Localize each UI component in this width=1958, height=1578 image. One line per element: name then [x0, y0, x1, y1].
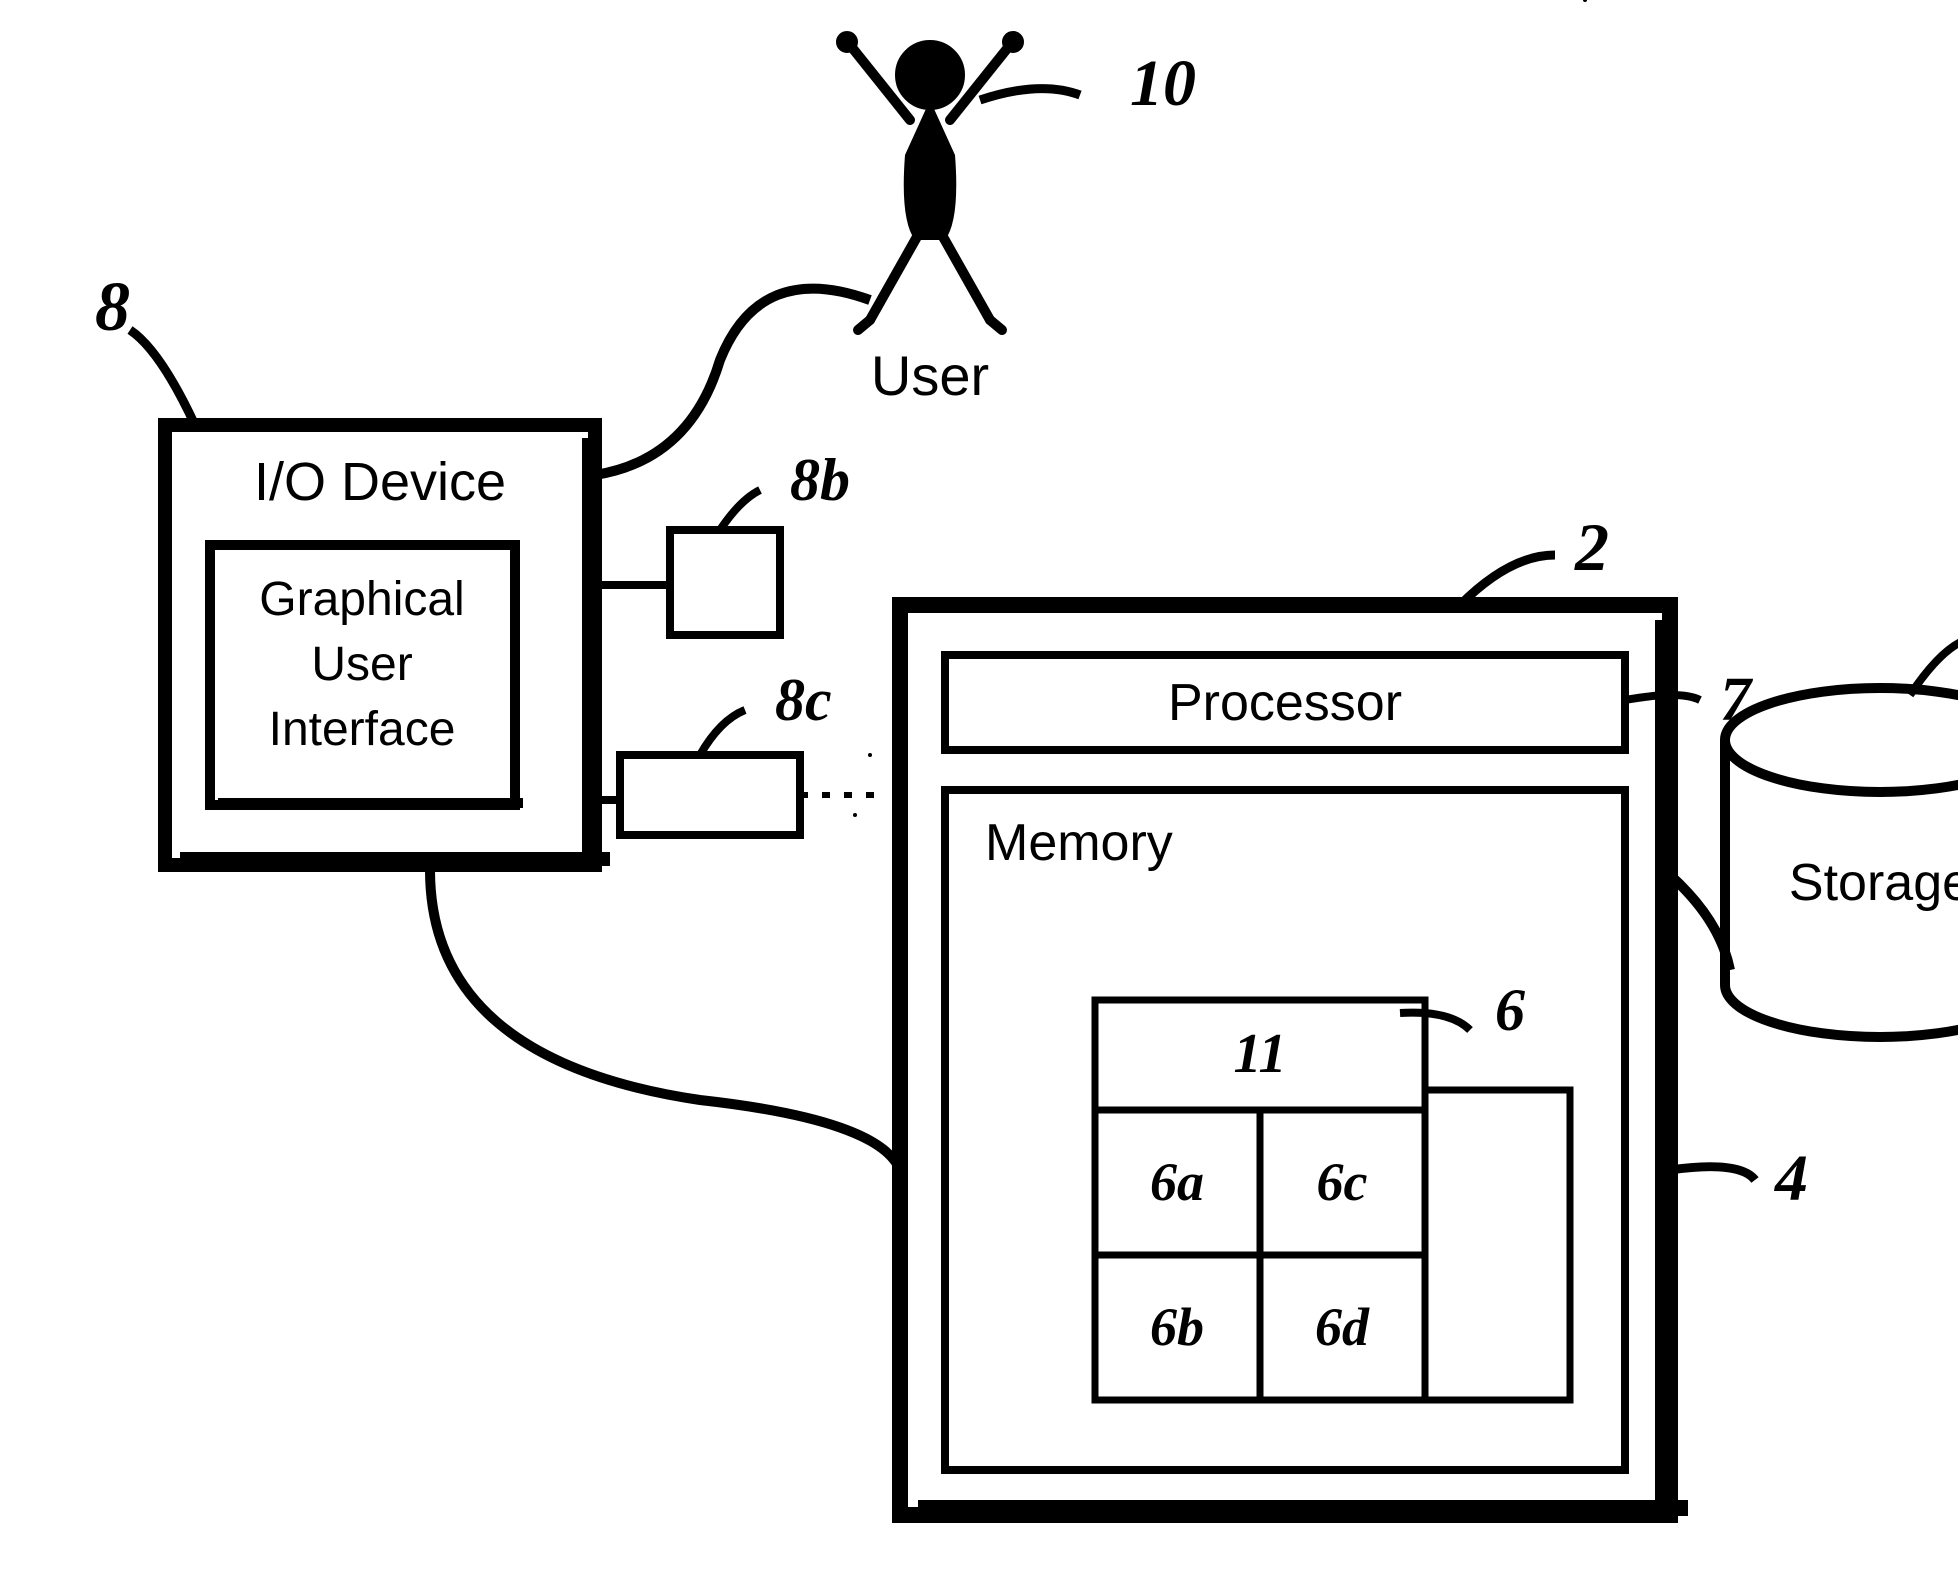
- leader-8c: [700, 710, 745, 755]
- mem-6a: 6a: [1150, 1152, 1204, 1212]
- mem-6c: 6c: [1317, 1152, 1368, 1212]
- artifact-dot: [853, 813, 857, 817]
- callout-8b: 8b: [790, 447, 850, 513]
- user-figure: [841, 36, 1019, 330]
- memory-grid: 11 6a 6c 6b 6d: [1095, 1000, 1570, 1400]
- memory-box: [945, 790, 1625, 1470]
- leader-10: [980, 89, 1080, 100]
- mem-6b: 6b: [1150, 1297, 1204, 1357]
- mem-11: 11: [1234, 1023, 1287, 1085]
- io-device-title: I/O Device: [254, 452, 506, 512]
- gui-line2: User: [311, 638, 412, 691]
- mem-6d: 6d: [1315, 1297, 1370, 1357]
- gui-shadow-b: [218, 798, 523, 808]
- callout-4: 4: [1773, 1142, 1808, 1215]
- io-device-shadow-r: [582, 438, 596, 866]
- leader-4: [1670, 1167, 1755, 1180]
- gui-line1: Graphical: [259, 573, 464, 626]
- callout-10: 10: [1130, 47, 1196, 120]
- aux-box-8c: [620, 755, 800, 835]
- artifact-dot: [1583, 0, 1587, 2]
- callout-8c: 8c: [775, 667, 832, 733]
- processor-label: Processor: [1168, 674, 1402, 732]
- gui-shadow-r: [510, 553, 520, 808]
- callout-8: 8: [95, 269, 130, 346]
- user-label: User: [871, 344, 989, 407]
- leader-8b: [720, 490, 760, 530]
- computer-shadow-b: [918, 1500, 1688, 1516]
- gui-line3: Interface: [269, 703, 456, 756]
- callout-2: 2: [1574, 509, 1609, 585]
- leader-8: [130, 330, 195, 425]
- memory-label: Memory: [985, 814, 1173, 872]
- io-device-shadow-b: [180, 852, 610, 866]
- artifact-dot: [868, 753, 872, 757]
- leader-6: [1400, 1013, 1470, 1030]
- aux-box-8b: [670, 530, 780, 635]
- callout-6: 6: [1495, 977, 1525, 1043]
- computer-shadow-r: [1655, 620, 1671, 1516]
- storage-label: Storage: [1789, 854, 1958, 912]
- connector-io-computer: [430, 870, 900, 1170]
